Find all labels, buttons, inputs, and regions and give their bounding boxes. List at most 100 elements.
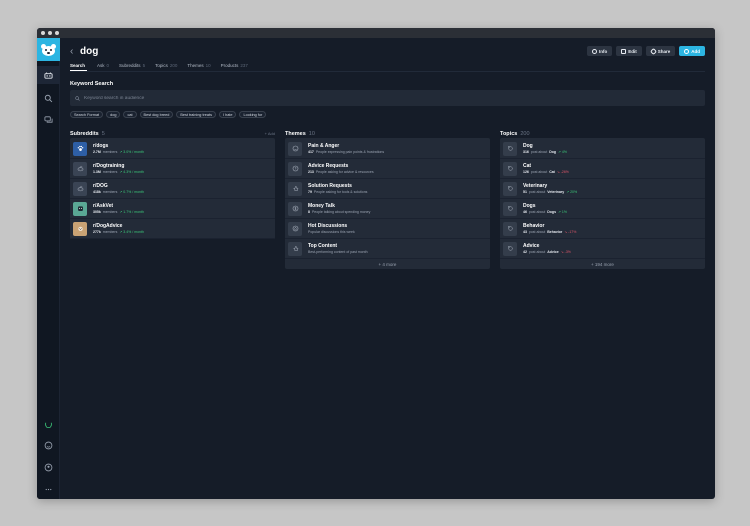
tab-ask[interactable]: Ask 0 [97,61,109,71]
back-chevron-icon[interactable]: ‹ [70,46,80,57]
edit-button[interactable]: Edit [616,46,642,56]
topic-row[interactable]: Dogs 46 post about Dogs ↗ 1% [500,199,705,219]
info-button[interactable]: Info [586,46,613,56]
tab-subreddits[interactable]: Subreddits 5 [119,61,145,71]
subreddit-row[interactable]: r/Dogtraining 1.3M members ↗ 4.3% / month [70,159,275,179]
audience-nav-icon[interactable] [37,66,60,84]
topic-post-count: 51 [523,190,527,195]
topic-icon-tile [503,181,517,196]
themes-more-link[interactable]: + 4 more [285,259,490,269]
topic-row[interactable]: Dog 316 post about Dog ↗ 4% [500,139,705,159]
frown-icon [292,145,298,152]
chip-best-training-treats[interactable]: Best training treats [176,111,216,118]
topic-about: Dog [549,150,557,155]
subreddit-avatar [73,201,87,216]
growth-rate: ↗ 4.3% / month [119,170,144,175]
keyword-search-box[interactable] [70,90,705,106]
chat-nav-icon[interactable] [37,110,60,128]
topic-post-label: post about [528,230,546,235]
chip-dog[interactable]: dog [106,111,121,118]
members-label: members [102,190,118,195]
theme-row[interactable]: Pain & Anger 417 People expressing pain po… [285,139,490,159]
topics-more-link[interactable]: + 194 more [500,259,705,269]
tab-topics[interactable]: Topics 200 [155,61,177,71]
theme-desc-text: Popular discussions this week [308,230,355,235]
theme-desc-text: Best-performing content of past month [308,250,368,255]
suggestion-chips: Search Format dog cat Best dog breed Bes… [70,111,705,118]
theme-list: Pain & Anger 417 People expressing pain po… [285,138,490,269]
theme-name: Money Talk [308,202,335,209]
topic-stats: 46 post about Dogs ↗ 1% [523,210,567,214]
topics-column: Topics 200 Dog 316 post about Dog ↗ 4% Cat 126… [500,129,705,269]
topic-icon-tile [503,221,517,236]
add-button[interactable]: Add [679,46,705,56]
keyword-search-input[interactable] [84,95,705,101]
chip-looking-for[interactable]: Looking for [239,111,267,118]
member-count: 2.7M [93,150,101,155]
theme-count: 417 [308,150,314,155]
theme-icon-tile [288,201,302,216]
chip-i-hate[interactable]: I hate [218,111,237,118]
smile-icon[interactable] [37,436,60,454]
more-icon[interactable] [37,480,60,498]
subreddit-row[interactable]: r/AskVet 305k members ↗ 1.7% / month [70,199,275,219]
laurel-icon[interactable] [37,415,60,433]
chip-best-dog-breed[interactable]: Best dog breed [139,111,174,118]
themes-header: Themes 10 [285,129,490,138]
dollar-icon [292,205,298,212]
theme-row[interactable]: Top Content Best-performing content of pa… [285,239,490,259]
window-minimize-dot[interactable] [48,31,52,35]
topic-stats: 51 post about Veterinary ↗ 20% [523,190,577,194]
theme-row[interactable]: Money Talk 8 People talking about spending… [285,199,490,219]
search-nav-icon[interactable] [37,89,60,107]
app-logo[interactable] [37,38,60,61]
add-subreddit-button[interactable]: + Add [265,131,275,136]
theme-desc-text: People talking about spending money [311,210,371,215]
tab-themes[interactable]: Themes 10 [187,61,210,71]
share-button-label: Share [657,48,671,54]
topic-row[interactable]: Cat 126 post about Cat ↘ -26% [500,159,705,179]
topic-icon-tile [503,141,517,156]
chip-cat[interactable]: cat [123,111,137,118]
theme-icon-tile [288,141,302,156]
subreddit-row[interactable]: r/DOG 418k members ↗ 0.7% / month [70,179,275,199]
tab-label: Topics [155,63,168,68]
keyword-search-heading: Keyword Search [70,81,114,87]
theme-description: Popular discussions this week [308,230,355,234]
search-icon [75,95,80,101]
topic-row[interactable]: Advice 42 post about Advice ↘ -3% [500,239,705,259]
account-icon[interactable] [37,458,60,476]
subreddit-avatar [73,161,87,176]
tag-icon [507,146,513,152]
theme-row[interactable]: Solution Requests 79 People asking for too… [285,179,490,199]
topic-stats: 43 post about Behavior ↘ -17% [523,230,576,234]
column-title: Themes [285,130,306,137]
topic-row[interactable]: Behavior 43 post about Behavior ↘ -17% [500,219,705,239]
tab-search[interactable]: Search [70,61,88,71]
tab-label: Themes [187,63,204,68]
topic-about: Behavior [547,230,563,235]
topic-post-label: post about [530,150,548,155]
theme-desc-text: People asking for advice & resources [315,170,374,175]
theme-row[interactable]: Hot Discussions Popular discussions this … [285,219,490,239]
header-actions: Info Edit Share Add [586,46,705,56]
subreddit-row[interactable]: r/DogAdvice 277k members ↗ 3.4% / month [70,219,275,239]
tab-count: 237 [240,63,248,68]
chip-search-format[interactable]: Search Format [70,111,104,118]
subreddit-stats: 1.3M members ↗ 4.3% / month [93,170,144,174]
topic-row[interactable]: Veterinary 51 post about Veterinary ↗ 20% [500,179,705,199]
subreddit-avatar [73,221,87,236]
subreddit-row[interactable]: r/dogs 2.7M members ↗ 3.0% / month [70,139,275,159]
topics-header: Topics 200 [500,129,705,138]
theme-row[interactable]: Advice Requests 213 People asking for advi… [285,159,490,179]
topic-trend: ↘ -17% [564,230,577,235]
share-button[interactable]: Share [645,46,676,56]
window-maximize-dot[interactable] [55,31,59,35]
window-close-dot[interactable] [41,31,45,35]
vet-icon [77,206,83,211]
paw-icon [77,145,83,151]
tab-products[interactable]: Products 237 [221,61,248,71]
theme-name: Advice Requests [308,162,349,169]
topic-stats: 316 post about Dog ↗ 4% [523,150,567,154]
link-icon [649,47,657,55]
